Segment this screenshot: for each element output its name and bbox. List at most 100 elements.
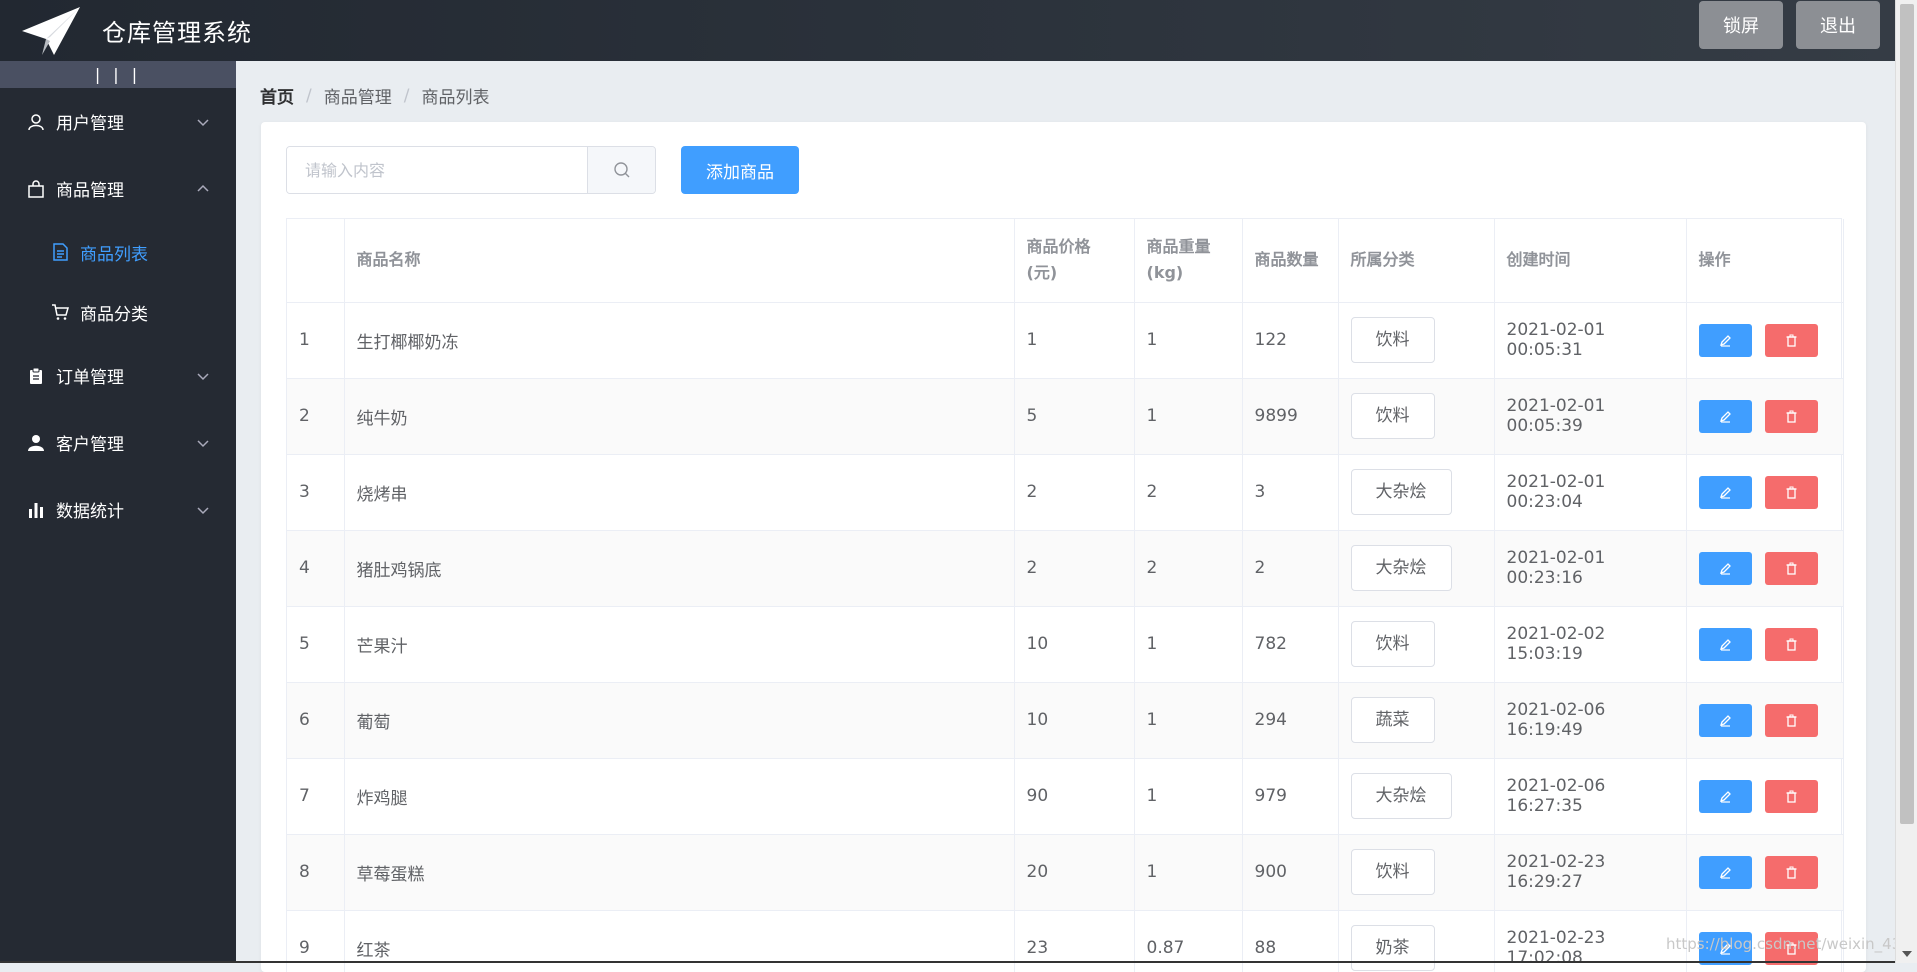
delete-button[interactable] (1764, 323, 1818, 357)
delete-button[interactable] (1764, 475, 1818, 509)
cart-icon (50, 302, 70, 322)
trash-icon (1786, 410, 1796, 423)
chevron-down-icon (197, 372, 209, 380)
cell-weight: 2 (1134, 530, 1243, 607)
cell-count: 122 (1242, 302, 1339, 379)
cell-category: 大杂烩 (1338, 454, 1495, 531)
vertical-scrollbar[interactable] (1895, 0, 1917, 963)
edit-button[interactable] (1698, 703, 1752, 737)
cell-name: 猪肚鸡锅底 (344, 530, 1015, 607)
table-row: 3 烧烤串 2 2 3 大杂烩 2021-02-01 00:23:04 (287, 454, 1844, 531)
cell-ops (1686, 682, 1844, 759)
cell-name: 炸鸡腿 (344, 758, 1015, 835)
scroll-down-arrow-icon[interactable] (1902, 951, 1912, 957)
cell-category: 饮料 (1338, 378, 1495, 455)
cell-created: 2021-02-02 15:03:19 (1494, 606, 1687, 683)
breadcrumb-item: 商品管理 (323, 88, 392, 108)
chevron-down-icon (197, 506, 209, 514)
edit-button[interactable] (1698, 323, 1752, 357)
category-tag: 蔬菜 (1350, 697, 1435, 743)
delete-button[interactable] (1764, 627, 1818, 661)
edit-button[interactable] (1698, 399, 1752, 433)
sidebar-item-label: 客户管理 (56, 435, 124, 455)
add-product-button[interactable]: 添加商品 (681, 146, 799, 194)
delete-button[interactable] (1764, 399, 1818, 433)
chevron-down-icon (197, 439, 209, 447)
product-list-card: 添加商品 商品名称 商品价格 (元) 商品重量 (kg) 商品数量 所属分类 (261, 122, 1866, 972)
cell-price: 1 (1014, 302, 1135, 379)
app-header: 仓库管理系统 锁屏 退出 (0, 0, 1895, 61)
category-tag: 大杂烩 (1350, 469, 1452, 515)
edit-icon (1719, 638, 1731, 651)
cell-weight: 1 (1134, 302, 1243, 379)
header-index (287, 219, 345, 303)
sidebar-subitem-product-list[interactable]: 商品列表 (0, 222, 236, 282)
sidebar-collapse-toggle[interactable]: | | | (0, 61, 236, 88)
category-tag: 饮料 (1350, 621, 1435, 667)
search-button[interactable] (587, 147, 655, 193)
header-ops: 操作 (1686, 219, 1844, 303)
cell-created: 2021-02-01 00:23:16 (1494, 530, 1687, 607)
edit-button[interactable] (1698, 475, 1752, 509)
cell-index: 4 (287, 530, 345, 607)
category-tag: 饮料 (1350, 849, 1435, 895)
header-price: 商品价格 (元) (1014, 219, 1135, 303)
delete-button[interactable] (1764, 551, 1818, 585)
cell-name: 生打椰椰奶冻 (344, 302, 1015, 379)
edit-icon (1719, 486, 1731, 499)
cell-ops (1686, 606, 1844, 683)
cell-count: 900 (1242, 834, 1339, 911)
edit-button[interactable] (1698, 855, 1752, 889)
delete-button[interactable] (1764, 779, 1818, 813)
cell-index: 2 (287, 378, 345, 455)
cell-price: 2 (1014, 454, 1135, 531)
cell-ops (1686, 834, 1844, 911)
sidebar-item-order-management[interactable]: 订单管理 (0, 342, 236, 409)
cell-category: 蔬菜 (1338, 682, 1495, 759)
cell-ops (1686, 530, 1844, 607)
sidebar-subitem-label: 商品分类 (80, 304, 148, 325)
cell-name: 烧烤串 (344, 454, 1015, 531)
header-weight: 商品重量 (kg) (1134, 219, 1243, 303)
logout-button[interactable]: 退出 (1796, 1, 1880, 49)
category-tag: 饮料 (1350, 393, 1435, 439)
breadcrumb-item: 商品列表 (421, 88, 490, 108)
edit-button[interactable] (1698, 627, 1752, 661)
chevron-up-icon (197, 184, 209, 192)
cell-price: 90 (1014, 758, 1135, 835)
cell-weight: 1 (1134, 834, 1243, 911)
search-box (286, 146, 656, 194)
watermark-text: https://blog.csdn.net/weixin_4351493 (1666, 935, 1917, 953)
cell-count: 3 (1242, 454, 1339, 531)
header-name: 商品名称 (344, 219, 1015, 303)
breadcrumb-home[interactable]: 首页 (260, 83, 294, 108)
scrollbar-thumb[interactable] (1900, 4, 1914, 824)
cell-name: 纯牛奶 (344, 378, 1015, 455)
delete-button[interactable] (1764, 855, 1818, 889)
sidebar-subitem-product-category[interactable]: 商品分类 (0, 282, 236, 342)
cell-price: 10 (1014, 606, 1135, 683)
table-row: 1 生打椰椰奶冻 1 1 122 饮料 2021-02-01 00:05:31 (287, 302, 1844, 379)
main-content: 首页 / 商品管理 / 商品列表 添加商品 (236, 61, 1895, 972)
sidebar-item-product-management[interactable]: 商品管理 (0, 155, 236, 222)
edit-button[interactable] (1698, 551, 1752, 585)
search-input[interactable] (287, 147, 587, 193)
sidebar-item-customer-management[interactable]: 客户管理 (0, 409, 236, 476)
edit-icon (1719, 866, 1731, 879)
sidebar-item-label: 订单管理 (56, 368, 124, 388)
delete-button[interactable] (1764, 703, 1818, 737)
sidebar-item-data-statistics[interactable]: 数据统计 (0, 476, 236, 543)
header-actions: 锁屏 退出 (1699, 1, 1880, 49)
cell-category: 饮料 (1338, 606, 1495, 683)
lock-screen-button[interactable]: 锁屏 (1699, 1, 1783, 49)
cell-index: 7 (287, 758, 345, 835)
cell-count: 2 (1242, 530, 1339, 607)
category-tag: 大杂烩 (1350, 545, 1452, 591)
edit-button[interactable] (1698, 779, 1752, 813)
sidebar-item-label: 商品管理 (56, 181, 124, 201)
cell-category: 饮料 (1338, 834, 1495, 911)
sidebar-item-user-management[interactable]: 用户管理 (0, 88, 236, 155)
user-icon (26, 112, 46, 132)
shopping-bag-icon (26, 179, 46, 199)
edit-icon (1719, 410, 1731, 423)
